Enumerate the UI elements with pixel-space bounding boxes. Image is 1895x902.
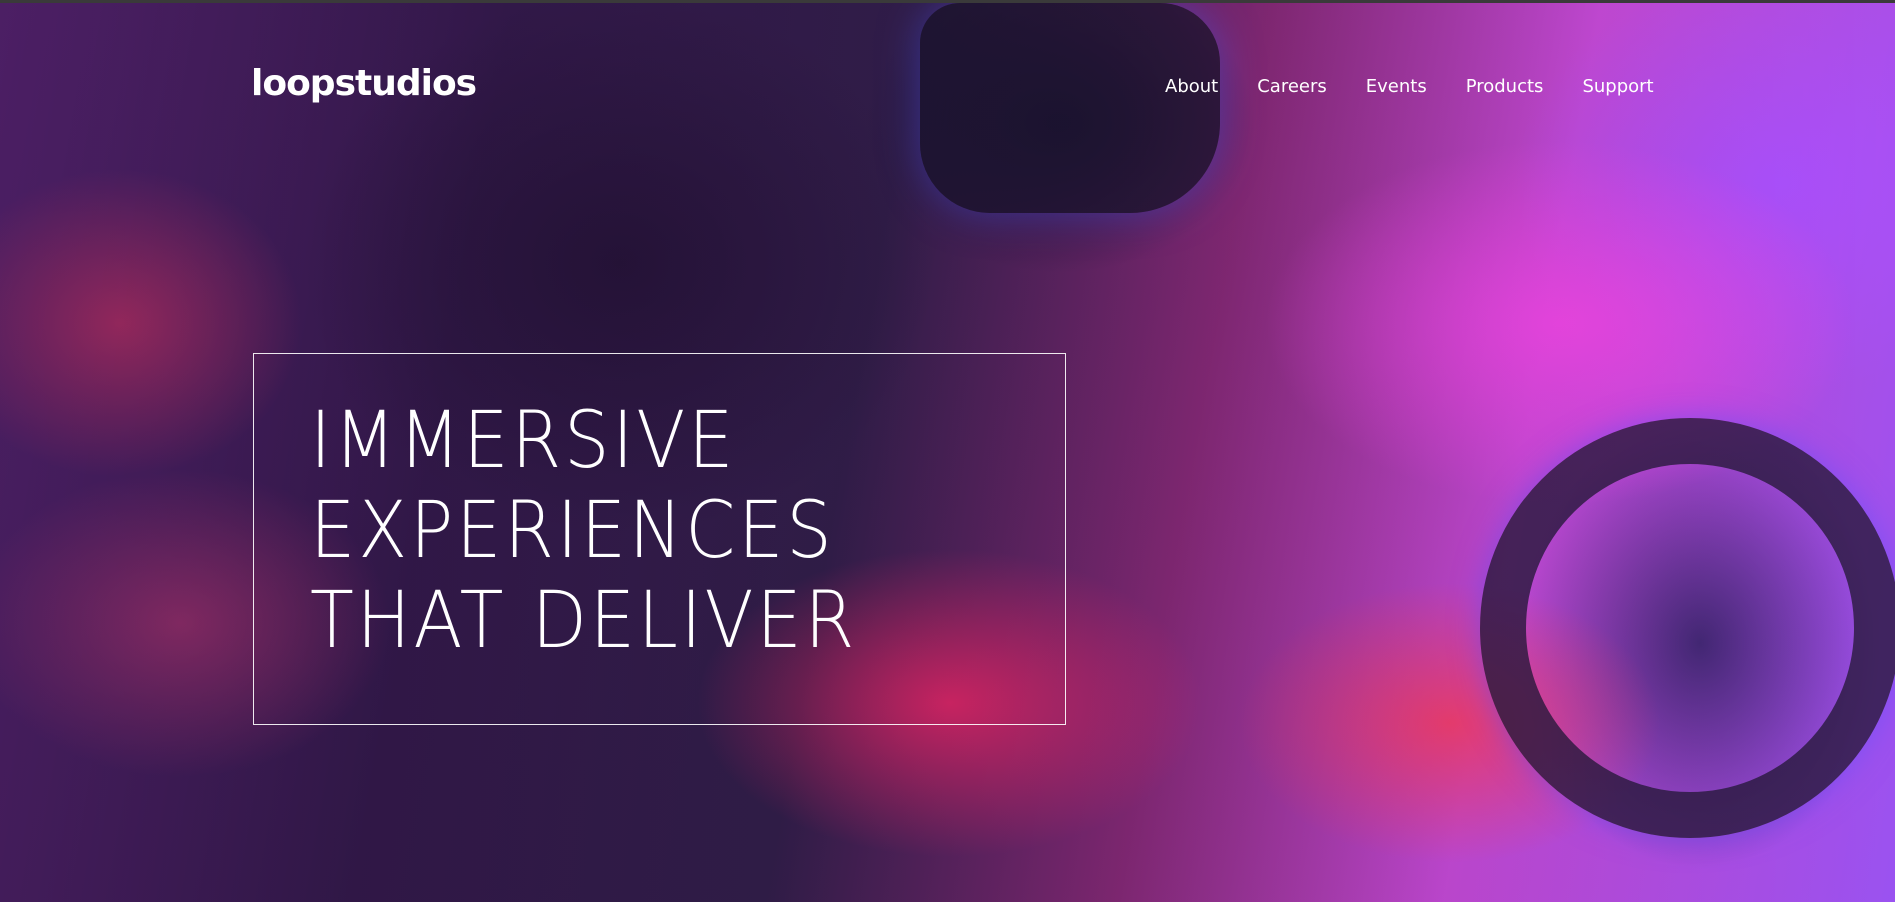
nav-item-events[interactable]: Events bbox=[1366, 74, 1427, 100]
headline-line-2: EXPERIENCES bbox=[310, 486, 835, 576]
nav-item-products[interactable]: Products bbox=[1466, 74, 1544, 100]
headline-line-1: IMMERSIVE bbox=[310, 396, 737, 486]
hero-headline: IMMERSIVE EXPERIENCES THAT DELIVER bbox=[310, 396, 857, 666]
window-top-border bbox=[0, 0, 1895, 3]
headline-box: IMMERSIVE EXPERIENCES THAT DELIVER bbox=[253, 353, 1066, 725]
nav-item-support[interactable]: Support bbox=[1582, 74, 1653, 100]
nav-item-careers[interactable]: Careers bbox=[1257, 74, 1327, 100]
logo[interactable]: loopstudios bbox=[251, 62, 477, 106]
main-nav: About Careers Events Products Support bbox=[1165, 74, 1654, 100]
nav-item-about[interactable]: About bbox=[1165, 74, 1218, 100]
headline-line-3: THAT DELIVER bbox=[310, 576, 858, 666]
